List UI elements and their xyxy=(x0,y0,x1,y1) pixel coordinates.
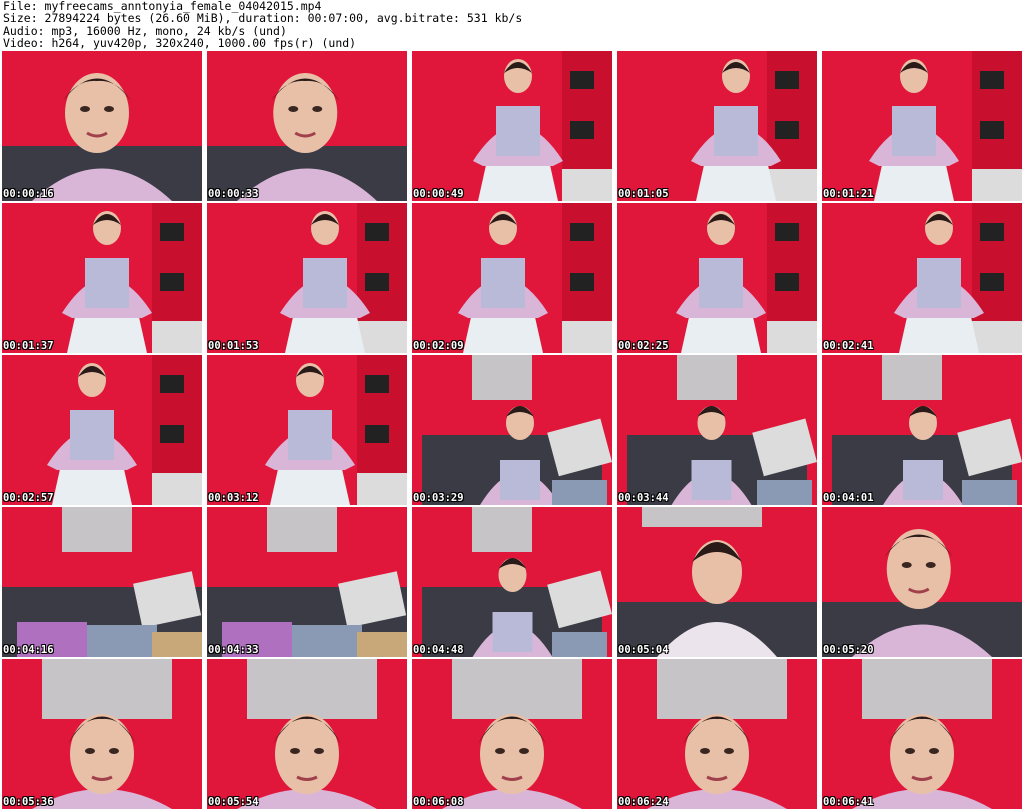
thumbnail-frame: 00:03:12 xyxy=(207,355,407,505)
timestamp-label: 00:03:12 xyxy=(208,492,259,504)
thumbnail-frame: 00:02:25 xyxy=(617,203,817,353)
thumbnail-image xyxy=(617,355,817,505)
timestamp-label: 00:02:09 xyxy=(413,340,464,352)
thumbnail-image xyxy=(822,659,1022,809)
thumbnail-image xyxy=(822,51,1022,201)
thumbnail-image xyxy=(2,659,202,809)
thumbnail-frame: 00:01:05 xyxy=(617,51,817,201)
thumbnail-frame: 00:02:09 xyxy=(412,203,612,353)
file-info-header: File: myfreecams_anntonyia_female_040420… xyxy=(3,0,1021,50)
thumbnail-image xyxy=(822,355,1022,505)
thumbnail-frame: 00:06:41 xyxy=(822,659,1022,809)
timestamp-label: 00:04:48 xyxy=(413,644,464,656)
thumbnail-image xyxy=(617,203,817,353)
thumbnail-frame: 00:05:54 xyxy=(207,659,407,809)
timestamp-label: 00:05:04 xyxy=(618,644,669,656)
timestamp-label: 00:01:37 xyxy=(3,340,54,352)
thumbnail-frame: 00:05:04 xyxy=(617,507,817,657)
thumbnail-frame: 00:03:29 xyxy=(412,355,612,505)
timestamp-label: 00:00:33 xyxy=(208,188,259,200)
thumbnail-image xyxy=(2,203,202,353)
thumbnail-frame: 00:05:20 xyxy=(822,507,1022,657)
thumbnail-frame: 00:02:41 xyxy=(822,203,1022,353)
thumbnail-image xyxy=(207,203,407,353)
thumbnail-image xyxy=(412,659,612,809)
timestamp-label: 00:00:49 xyxy=(413,188,464,200)
thumbnail-image xyxy=(2,355,202,505)
thumbnail-image xyxy=(822,507,1022,657)
timestamp-label: 00:05:54 xyxy=(208,796,259,808)
timestamp-label: 00:05:36 xyxy=(3,796,54,808)
thumbnail-frame: 00:00:49 xyxy=(412,51,612,201)
thumbnail-frame: 00:00:16 xyxy=(2,51,202,201)
timestamp-label: 00:02:41 xyxy=(823,340,874,352)
thumbnail-image xyxy=(207,51,407,201)
thumbnail-image xyxy=(412,507,612,657)
thumbnail-frame: 00:02:57 xyxy=(2,355,202,505)
timestamp-label: 00:04:33 xyxy=(208,644,259,656)
timestamp-label: 00:05:20 xyxy=(823,644,874,656)
thumbnail-grid: 00:00:16 00:00:33 00:00:49 00:01:05 00:01:21… xyxy=(2,51,1022,809)
thumbnail-frame: 00:06:24 xyxy=(617,659,817,809)
thumbnail-image xyxy=(617,659,817,809)
thumbnail-image xyxy=(412,51,612,201)
thumbnail-frame: 00:04:01 xyxy=(822,355,1022,505)
thumbnail-frame: 00:04:16 xyxy=(2,507,202,657)
thumbnail-frame: 00:06:08 xyxy=(412,659,612,809)
thumbnail-image xyxy=(207,507,407,657)
thumbnail-frame: 00:01:53 xyxy=(207,203,407,353)
thumbnail-frame: 00:04:48 xyxy=(412,507,612,657)
thumbnail-image xyxy=(617,507,817,657)
file-size-line: Size: 27894224 bytes (26.60 MiB), durati… xyxy=(3,11,523,26)
timestamp-label: 00:01:05 xyxy=(618,188,669,200)
thumbnail-frame: 00:05:36 xyxy=(2,659,202,809)
video-info-line: Video: h264, yuv420p, 320x240, 1000.00 f… xyxy=(3,35,357,50)
thumbnail-image xyxy=(617,51,817,201)
thumbnail-image xyxy=(412,203,612,353)
thumbnail-frame: 00:04:33 xyxy=(207,507,407,657)
timestamp-label: 00:04:16 xyxy=(3,644,54,656)
thumbnail-image xyxy=(207,355,407,505)
timestamp-label: 00:03:44 xyxy=(618,492,669,504)
thumbnail-image xyxy=(822,203,1022,353)
timestamp-label: 00:06:08 xyxy=(413,796,464,808)
thumbnail-image xyxy=(2,51,202,201)
timestamp-label: 00:04:01 xyxy=(823,492,874,504)
timestamp-label: 00:06:41 xyxy=(823,796,874,808)
thumbnail-image xyxy=(207,659,407,809)
timestamp-label: 00:03:29 xyxy=(413,492,464,504)
thumbnail-frame: 00:01:37 xyxy=(2,203,202,353)
thumbnail-image xyxy=(2,507,202,657)
timestamp-label: 00:02:25 xyxy=(618,340,669,352)
timestamp-label: 00:01:21 xyxy=(823,188,874,200)
timestamp-label: 00:01:53 xyxy=(208,340,259,352)
timestamp-label: 00:02:57 xyxy=(3,492,54,504)
timestamp-label: 00:00:16 xyxy=(3,188,54,200)
thumbnail-image xyxy=(412,355,612,505)
thumbnail-frame: 00:03:44 xyxy=(617,355,817,505)
thumbnail-frame: 00:01:21 xyxy=(822,51,1022,201)
timestamp-label: 00:06:24 xyxy=(618,796,669,808)
thumbnail-frame: 00:00:33 xyxy=(207,51,407,201)
